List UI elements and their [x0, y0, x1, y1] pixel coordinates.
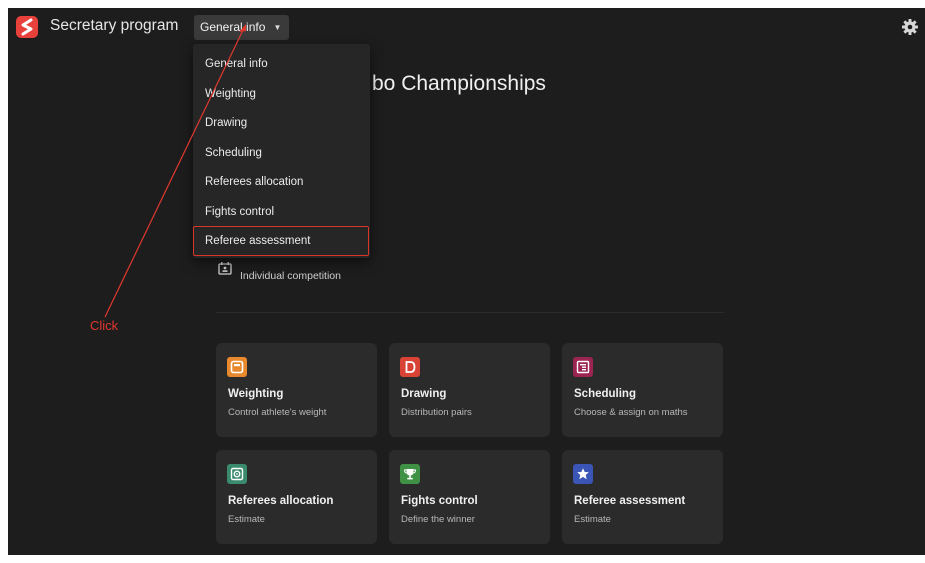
annotation-arrow [104, 24, 246, 318]
app-window: Secretary program General info ▼ bo Cham… [8, 8, 925, 555]
annotation-label: Click [90, 318, 119, 333]
